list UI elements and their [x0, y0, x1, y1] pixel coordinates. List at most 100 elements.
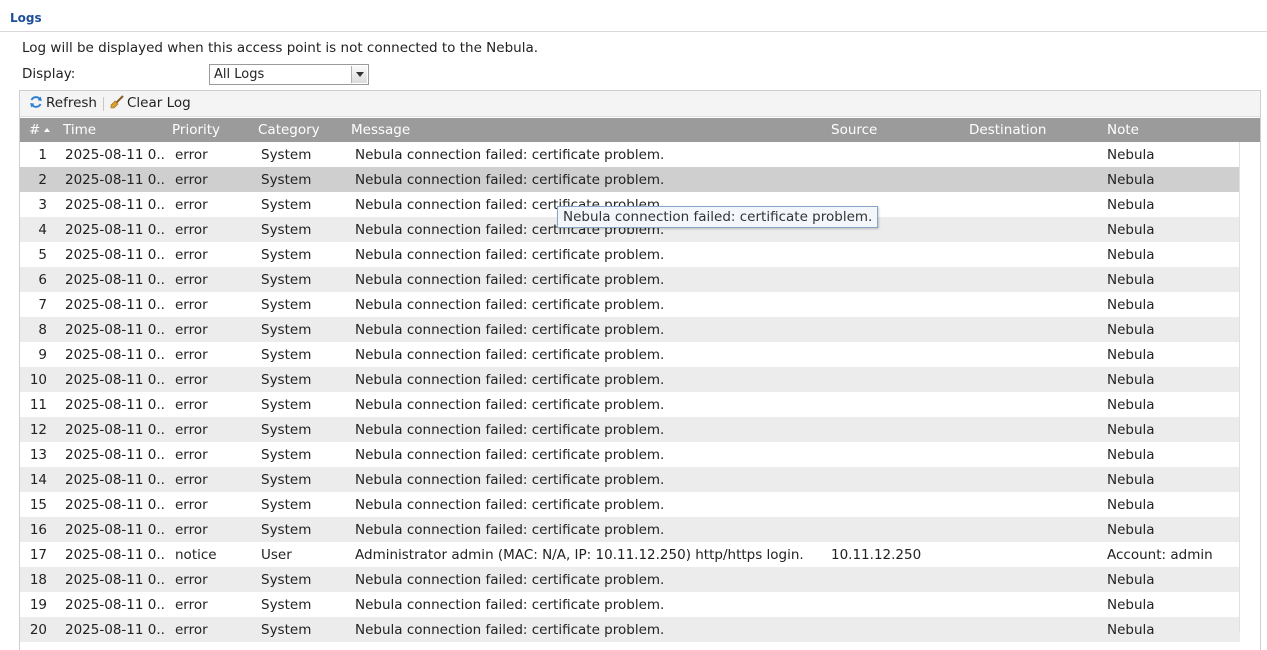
- cell-priority: error: [175, 222, 208, 238]
- cell-priority: error: [175, 447, 208, 463]
- cell-message: Nebula connection failed: certificate pr…: [355, 172, 665, 188]
- table-row[interactable]: 1 2025-08-11 0... error System Nebula connec…: [20, 142, 1240, 167]
- cell-time: 2025-08-11 0...: [65, 222, 165, 238]
- cell-category: System: [261, 422, 312, 438]
- table-row[interactable]: 2 2025-08-11 0... error System Nebula connec…: [20, 167, 1240, 192]
- table-row[interactable]: 14 2025-08-11 0... error System Nebula conne…: [20, 467, 1240, 492]
- cell-priority: error: [175, 622, 208, 638]
- cell-note: Nebula: [1107, 422, 1155, 438]
- cell-category: System: [261, 222, 312, 238]
- cell-message: Nebula connection failed: certificate pr…: [355, 147, 665, 163]
- cell-message: Nebula connection failed: certificate pr…: [355, 447, 665, 463]
- column-header-time[interactable]: Time: [63, 122, 96, 138]
- vertical-scrollbar[interactable]: [1239, 142, 1260, 632]
- table-header: # Time Priority Category Message Source …: [20, 118, 1260, 142]
- column-header-priority[interactable]: Priority: [172, 122, 220, 138]
- display-select-value: All Logs: [214, 67, 265, 82]
- cell-num: 9: [38, 347, 47, 363]
- cell-time: 2025-08-11 0...: [65, 572, 165, 588]
- cell-priority: error: [175, 272, 208, 288]
- clear-log-button[interactable]: Clear Log: [110, 95, 191, 111]
- cell-message: Nebula connection failed: certificate pr…: [355, 322, 665, 338]
- column-header-destination[interactable]: Destination: [969, 122, 1046, 138]
- cell-message: Nebula connection failed: certificate pr…: [355, 497, 665, 513]
- column-header-note[interactable]: Note: [1107, 122, 1139, 138]
- cell-num: 16: [29, 522, 47, 538]
- cell-priority: error: [175, 397, 208, 413]
- cell-note: Nebula: [1107, 447, 1155, 463]
- cell-num: 4: [38, 222, 47, 238]
- table-row[interactable]: 5 2025-08-11 0... error System Nebula connec…: [20, 242, 1240, 267]
- cell-message: Nebula connection failed: certificate pr…: [355, 572, 665, 588]
- cell-category: System: [261, 447, 312, 463]
- cell-category: System: [261, 572, 312, 588]
- cell-time: 2025-08-11 0...: [65, 372, 165, 388]
- cell-num: 7: [38, 297, 47, 313]
- chevron-down-icon[interactable]: [351, 66, 367, 83]
- info-text: Log will be displayed when this access p…: [22, 40, 539, 56]
- cell-category: System: [261, 197, 312, 213]
- cell-message: Nebula connection failed: certificate pr…: [355, 522, 665, 538]
- cell-category: System: [261, 372, 312, 388]
- cell-num: 1: [38, 147, 47, 163]
- cell-note: Nebula: [1107, 472, 1155, 488]
- cell-time: 2025-08-11 0...: [65, 447, 165, 463]
- cell-priority: error: [175, 247, 208, 263]
- cell-message: Nebula connection failed: certificate pr…: [355, 622, 665, 638]
- cell-num: 11: [29, 397, 47, 413]
- cell-category: System: [261, 497, 312, 513]
- cell-num: 5: [38, 247, 47, 263]
- cell-priority: error: [175, 372, 208, 388]
- cell-category: System: [261, 597, 312, 613]
- cell-note: Nebula: [1107, 322, 1155, 338]
- cell-message: Nebula connection failed: certificate pr…: [355, 347, 665, 363]
- cell-note: Nebula: [1107, 622, 1155, 638]
- table-row[interactable]: 15 2025-08-11 0... error System Nebula conne…: [20, 492, 1240, 517]
- cell-note: Nebula: [1107, 297, 1155, 313]
- cell-priority: error: [175, 472, 208, 488]
- table-row[interactable]: 8 2025-08-11 0... error System Nebula connec…: [20, 317, 1240, 342]
- toolbar-divider: [103, 97, 104, 111]
- table-row[interactable]: 18 2025-08-11 0... error System Nebula conne…: [20, 567, 1240, 592]
- cell-note: Nebula: [1107, 247, 1155, 263]
- cell-note: Nebula: [1107, 222, 1155, 238]
- table-row[interactable]: 17 2025-08-11 0... notice User Administrator…: [20, 542, 1240, 567]
- table-row[interactable]: 12 2025-08-11 0... error System Nebula conne…: [20, 417, 1240, 442]
- table-row[interactable]: 20 2025-08-11 0... error System Nebula conne…: [20, 617, 1240, 642]
- cell-priority: error: [175, 597, 208, 613]
- section-title: Logs: [10, 11, 42, 25]
- cell-time: 2025-08-11 0...: [65, 197, 165, 213]
- table-row[interactable]: 11 2025-08-11 0... error System Nebula conne…: [20, 392, 1240, 417]
- cell-num: 8: [38, 322, 47, 338]
- cell-priority: error: [175, 172, 208, 188]
- table-row[interactable]: 10 2025-08-11 0... error System Nebula conne…: [20, 367, 1240, 392]
- table-row[interactable]: 16 2025-08-11 0... error System Nebula conne…: [20, 517, 1240, 542]
- cell-time: 2025-08-11 0...: [65, 172, 165, 188]
- cell-note: Nebula: [1107, 397, 1155, 413]
- cell-category: System: [261, 472, 312, 488]
- cell-time: 2025-08-11 0...: [65, 397, 165, 413]
- cell-num: 14: [29, 472, 47, 488]
- display-select[interactable]: All Logs: [209, 64, 369, 85]
- cell-num: 2: [38, 172, 47, 188]
- column-header-message[interactable]: Message: [351, 122, 410, 138]
- column-header-num[interactable]: #: [29, 122, 51, 138]
- cell-category: System: [261, 322, 312, 338]
- cell-source: 10.11.12.250: [831, 547, 922, 563]
- table-row[interactable]: 13 2025-08-11 0... error System Nebula conne…: [20, 442, 1240, 467]
- cell-message: Nebula connection failed: certificate pr…: [355, 272, 665, 288]
- cell-category: System: [261, 272, 312, 288]
- table-row[interactable]: 9 2025-08-11 0... error System Nebula connec…: [20, 342, 1240, 367]
- cell-time: 2025-08-11 0...: [65, 472, 165, 488]
- column-header-category[interactable]: Category: [258, 122, 320, 138]
- table-row[interactable]: 19 2025-08-11 0... error System Nebula conne…: [20, 592, 1240, 617]
- refresh-button[interactable]: Refresh: [29, 95, 97, 111]
- cell-message: Nebula connection failed: certificate pr…: [355, 297, 665, 313]
- cell-message: Nebula connection failed: certificate pr…: [355, 472, 665, 488]
- table-row[interactable]: 7 2025-08-11 0... error System Nebula connec…: [20, 292, 1240, 317]
- cell-priority: error: [175, 322, 208, 338]
- table-row[interactable]: 6 2025-08-11 0... error System Nebula connec…: [20, 267, 1240, 292]
- cell-category: System: [261, 172, 312, 188]
- sort-ascending-icon: [44, 128, 51, 132]
- column-header-source[interactable]: Source: [831, 122, 877, 138]
